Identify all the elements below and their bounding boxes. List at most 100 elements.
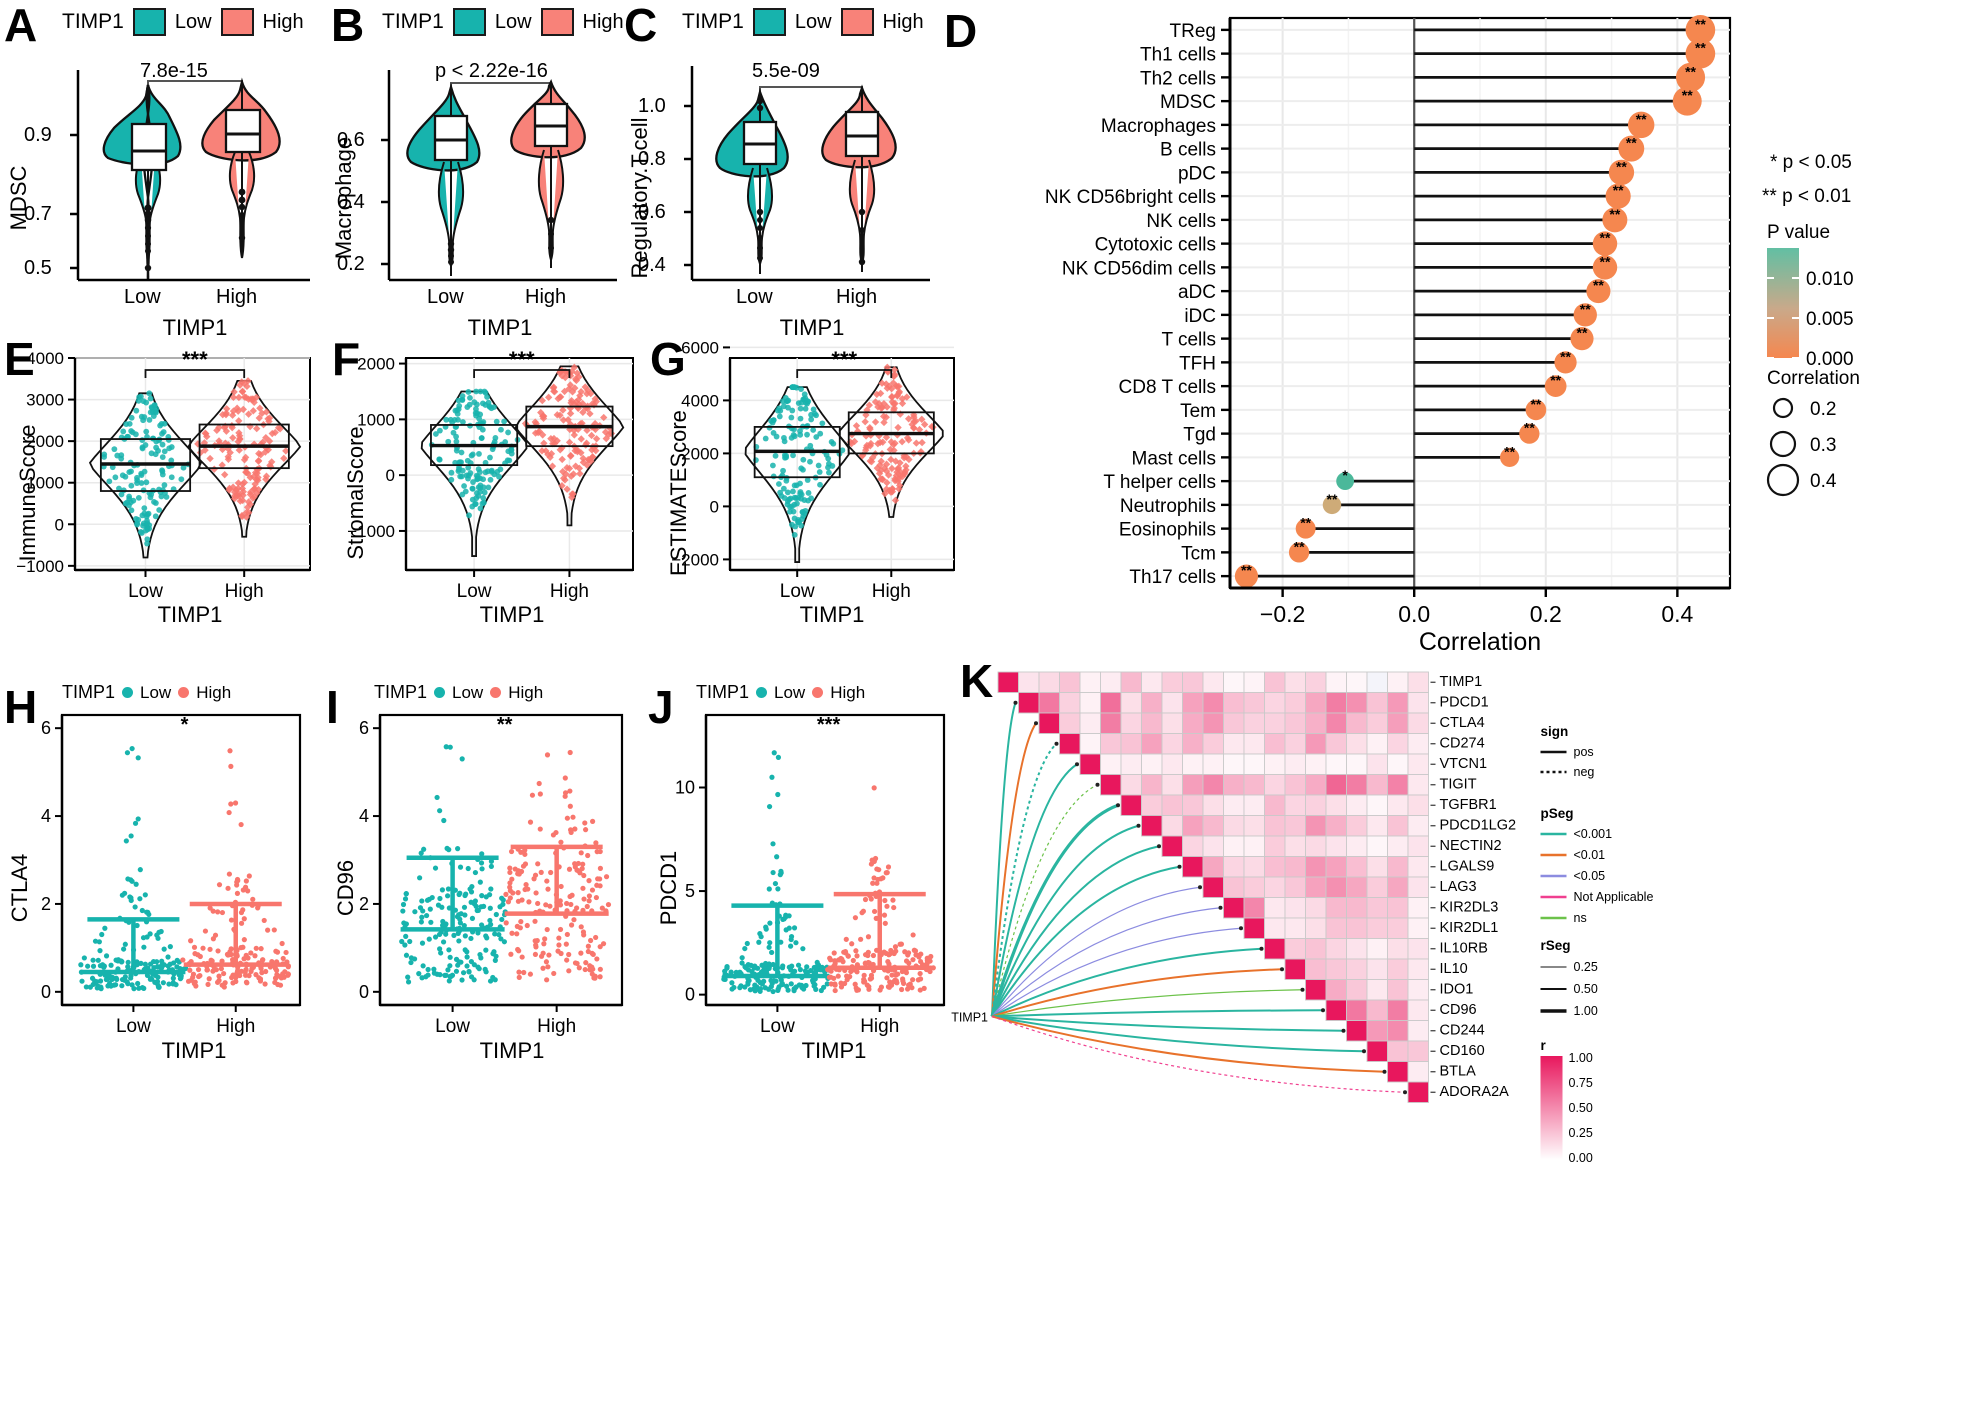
panel-d: D TReg Th1 cells Th2 cells MDSC Macrophages B… [940,0,1965,656]
panel-a-ylabel: MDSC [6,165,31,231]
panel-i-plot: 0 2 4 6 Low High ** [359,713,624,1037]
svg-text:Low: Low [457,581,492,602]
svg-text:Low: Low [116,1016,151,1037]
svg-text:0.50: 0.50 [1569,1101,1593,1115]
svg-text:**: ** [497,714,513,736]
svg-text:6000: 6000 [681,338,719,357]
svg-text:1.00: 1.00 [1569,1051,1593,1065]
legend-dot-high [812,687,824,698]
panel-a-xtick-1: High [216,286,258,308]
svg-text:IDO1: IDO1 [1440,981,1474,997]
legend-label-high: High [582,10,624,33]
svg-text:IL10RB: IL10RB [1440,940,1488,956]
svg-text:0.50: 0.50 [1574,982,1598,996]
svg-text:TIGIT: TIGIT [1440,776,1477,792]
svg-text:**: ** [1593,277,1604,293]
panel-c-xtick-0: Low [736,286,773,308]
svg-text:0: 0 [359,982,369,1002]
svg-text:TFH: TFH [1179,353,1216,374]
panel-k: K TIMP1 PDCD1 CTLA4 CD274 VTCN1 TIGIT TGFBR1 PD… [950,650,1965,1409]
panel-b-plot [381,70,617,282]
svg-text:TIMP1: TIMP1 [1440,674,1483,690]
svg-text:CD274: CD274 [1440,735,1485,751]
svg-text:LAG3: LAG3 [1440,879,1477,895]
svg-text:** p < 0.01: ** p < 0.01 [1762,186,1851,207]
panel-j-xlabel: TIMP1 [801,1038,867,1063]
svg-text:**: ** [1300,515,1311,531]
svg-text:0.4: 0.4 [1661,601,1693,627]
legend-title: TIMP1 [682,10,744,33]
svg-text:**: ** [1626,135,1637,151]
panel-c-xtick-1: High [836,286,878,308]
svg-text:2: 2 [359,894,369,914]
svg-text:High: High [550,581,589,602]
svg-text:***: *** [182,347,208,372]
svg-text:0.005: 0.005 [1806,309,1854,330]
legend-title: TIMP1 [62,10,124,33]
svg-text:NK CD56dim cells: NK CD56dim cells [1062,258,1216,279]
svg-text:High: High [537,1016,576,1037]
panel-g-xlabel: TIMP1 [799,602,865,627]
svg-text:Mast cells: Mast cells [1132,448,1216,469]
svg-text:Macrophages: Macrophages [1101,116,1216,137]
svg-text:**: ** [1685,63,1696,79]
svg-text:iDC: iDC [1184,306,1216,327]
svg-text:**: ** [1530,396,1541,412]
panel-i-xlabel: TIMP1 [479,1038,545,1063]
svg-text:PDCD1LG2: PDCD1LG2 [1440,817,1517,833]
legend-label-low: Low [452,682,484,702]
svg-text:Low: Low [128,581,163,602]
svg-text:Low: Low [760,1016,795,1037]
svg-text:neg: neg [1574,765,1595,779]
svg-text:Correlation: Correlation [1767,368,1860,389]
svg-text:NK cells: NK cells [1146,211,1216,232]
panel-j-legend: TIMP1 Low High [696,682,865,703]
legend-label-low: Low [494,10,532,33]
svg-text:10: 10 [675,778,695,798]
legend-swatch-low [452,8,486,36]
legend-label-high: High [196,682,232,702]
svg-text:***: *** [817,714,841,736]
svg-text:Neutrophils: Neutrophils [1120,496,1216,517]
panel-f: F −1000 0 1000 2000 Low High *** StromalScore … [328,330,648,630]
svg-text:CTLA4: CTLA4 [1440,715,1485,731]
svg-text:Low: Low [780,581,815,602]
svg-text:LGALS9: LGALS9 [1440,858,1495,874]
svg-text:0.25: 0.25 [1569,1126,1593,1140]
panel-j-ylabel: PDCD1 [656,850,681,926]
panel-i-ylabel: CD96 [333,859,358,917]
panel-f-xlabel: TIMP1 [479,602,545,627]
panel-h: H TIMP1 Low High 0 2 4 6 Low High * CTLA4 TIMP… [0,660,330,1080]
panel-h-ylabel: CTLA4 [7,853,32,923]
legend-title: TIMP1 [374,682,428,702]
legend-label-low: Low [794,10,832,33]
panel-a-ytick-2: 0.9 [24,124,52,146]
svg-text:Eosinophils: Eosinophils [1119,520,1216,541]
svg-text:KIR2DL1: KIR2DL1 [1440,920,1499,936]
panel-e-plot: −100001000200030004000Low High*** [16,347,311,602]
svg-text:0.25: 0.25 [1574,960,1598,974]
svg-text:6: 6 [359,718,369,738]
svg-text:pos: pos [1574,745,1594,759]
svg-text:<0.01: <0.01 [1574,848,1606,862]
svg-text:0.000: 0.000 [1806,349,1854,370]
svg-text:pSeg: pSeg [1541,806,1574,821]
svg-text:aDC: aDC [1178,282,1216,303]
svg-text:**: ** [1577,325,1588,341]
svg-text:ADORA2A: ADORA2A [1440,1084,1510,1100]
svg-text:Tem: Tem [1180,401,1216,422]
svg-text:T helper cells: T helper cells [1103,472,1216,493]
svg-text:KIR2DL3: KIR2DL3 [1440,899,1499,915]
legend-label-high: High [262,10,304,33]
legend-dot-low [122,687,134,698]
svg-text:2000: 2000 [357,355,395,374]
panel-b-label: B [331,0,365,51]
svg-text:0.75: 0.75 [1569,1076,1593,1090]
panel-a: A TIMP1 Low High 7.8e-15 0.5 0.7 0.9 MDS… [0,0,330,340]
svg-text:sign: sign [1541,724,1569,739]
legend-title: TIMP1 [382,10,444,33]
legend-label-high: High [830,682,866,702]
legend-swatch-low [752,8,786,36]
legend-swatch-high [540,8,574,36]
svg-text:Th1 cells: Th1 cells [1140,45,1216,66]
